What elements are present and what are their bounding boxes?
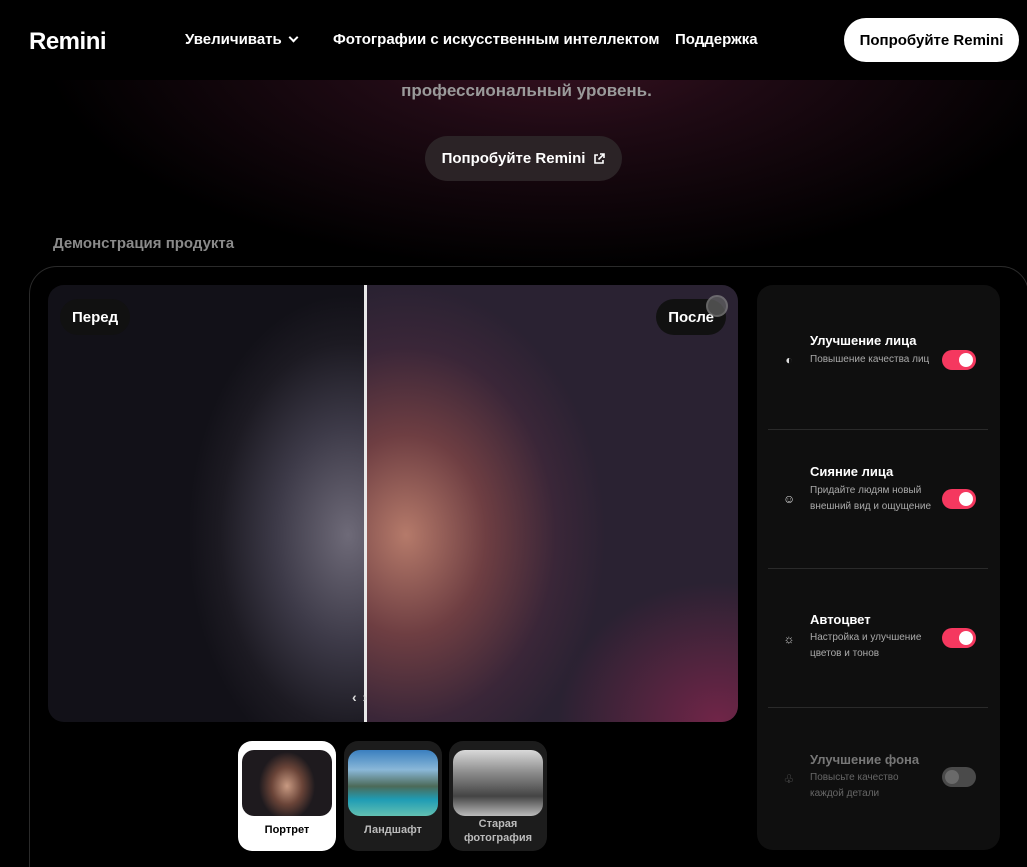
toggle-face-glow[interactable] [942,489,976,509]
nav-link-support[interactable]: Поддержка [675,31,758,48]
try-remini-hero-button[interactable]: Попробуйте Remini [425,136,622,181]
thumb-label: Портрет [264,824,310,836]
face-icon: ◐ [785,353,793,367]
toggle-background-enhance[interactable] [942,767,976,787]
option-desc: Повысьте качество каждой детали [810,772,899,799]
divider [768,707,988,708]
thumb-landscape-image [348,750,438,816]
thumb-old-photo-image [453,750,543,816]
try-remini-hero-label: Попробуйте Remini [441,150,586,167]
nav-link-ai-photos[interactable]: Фотографии с искусственным интеллектом [333,31,659,48]
hero-subtitle: профессиональный уровень. [401,81,652,100]
option-desc: Настройка и улучшение цветов и тонов [810,632,922,659]
divider [768,429,988,430]
logo[interactable]: Remini [29,28,107,56]
indicator-dot-icon [706,295,728,317]
divider [768,568,988,569]
option-title: Сияние лица [810,464,894,479]
trees-icon: ♧ [783,772,795,786]
top-nav: Remini Увеличивать Фотографии с искусств… [0,0,1027,80]
option-title: Улучшение фона [810,752,920,767]
external-link-icon [594,152,606,164]
compare-divider[interactable] [364,285,367,722]
option-title: Автоцвет [810,612,871,627]
option-desc: Повышение качества лиц [810,354,930,365]
toggle-face-enhance[interactable] [942,350,976,370]
nav-link-enhance[interactable]: Увеличивать [185,31,299,48]
before-label: Перед [60,299,131,335]
thumb-label: Ландшафт [364,824,422,836]
compare-handle[interactable]: ‹› [352,689,373,705]
thumb-portrait[interactable]: Портрет [238,741,336,851]
option-desc: Придайте людям новый внешний вид и ощуще… [810,485,932,512]
thumb-label: Старая фотография [463,818,533,844]
section-title: Демонстрация продукта [53,235,235,252]
settings-panel: ◐ Улучшение лица Повышение качества лиц … [757,285,1000,850]
thumb-landscape[interactable]: Ландшафт [344,741,442,851]
before-after-compare[interactable]: ‹› Перед После [48,285,738,722]
after-photo [366,285,738,722]
smile-sparkle-icon: ☺ [783,492,796,506]
try-remini-nav-button[interactable]: Попробуйте Remini [844,18,1019,62]
before-photo [48,285,366,722]
thumb-old-photo[interactable]: Старая фотография [449,741,547,851]
thumb-portrait-image [242,750,332,816]
chevron-down-icon [288,32,299,43]
toggle-autocolor[interactable] [942,628,976,648]
option-title: Улучшение лица [810,333,917,348]
sun-icon: ☼ [783,632,795,646]
nav-link-enhance-label: Увеличивать [185,31,282,48]
